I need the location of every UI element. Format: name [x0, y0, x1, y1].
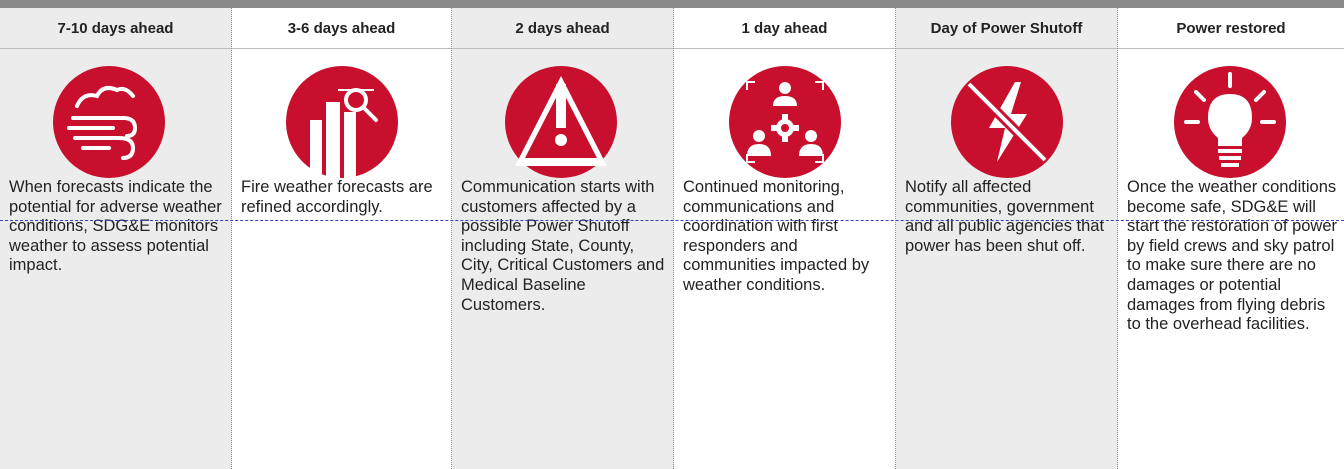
- column-description: When forecasts indicate the potential fo…: [9, 178, 222, 275]
- header-divider: [452, 48, 673, 49]
- power-off-icon: [951, 66, 1063, 178]
- coordination-team-icon: [729, 66, 841, 178]
- column-title: 7-10 days ahead: [57, 19, 174, 37]
- column-title: 1 day ahead: [741, 19, 828, 37]
- column-title: 2 days ahead: [515, 19, 610, 37]
- top-bar: [0, 0, 1344, 8]
- column-title: 3-6 days ahead: [287, 19, 396, 37]
- timeline-column-3-6-days: 3-6 days ahead Fire weather forecasts ar…: [232, 8, 452, 469]
- forecast-search-icon: [286, 66, 398, 178]
- weather-wind-cloud-icon: [53, 66, 165, 178]
- column-description: Continued monitoring, communications and…: [683, 178, 870, 294]
- column-description: Communication starts with customers affe…: [461, 178, 665, 314]
- timeline-column-2-days: 2 days ahead Communication starts with c…: [452, 8, 674, 469]
- timeline-column-power-restored: Power restored Once the weather conditio…: [1118, 8, 1344, 469]
- warning-icon: [505, 66, 617, 178]
- timeline-column-day-of-shutoff: Day of Power Shutoff Notify all affected…: [896, 8, 1118, 469]
- timeline-column-1-day: 1 day ahead Continued monitoring, commun…: [674, 8, 896, 469]
- guide-line: [0, 220, 1344, 221]
- column-title: Power restored: [1176, 19, 1286, 37]
- header-divider: [1118, 48, 1344, 49]
- header-divider: [674, 48, 895, 49]
- header-divider: [232, 48, 451, 49]
- light-bulb-icon: [1174, 66, 1286, 178]
- header-divider: [896, 48, 1117, 49]
- timeline-column-7-10-days: 7-10 days ahead When forecasts indicate …: [0, 8, 232, 469]
- column-title: Day of Power Shutoff: [930, 19, 1083, 37]
- column-description: Once the weather conditions become safe,…: [1127, 178, 1338, 334]
- header-divider: [0, 48, 231, 49]
- column-description: Fire weather forecasts are refined accor…: [241, 178, 433, 216]
- column-description: Notify all affected communities, governm…: [905, 178, 1105, 255]
